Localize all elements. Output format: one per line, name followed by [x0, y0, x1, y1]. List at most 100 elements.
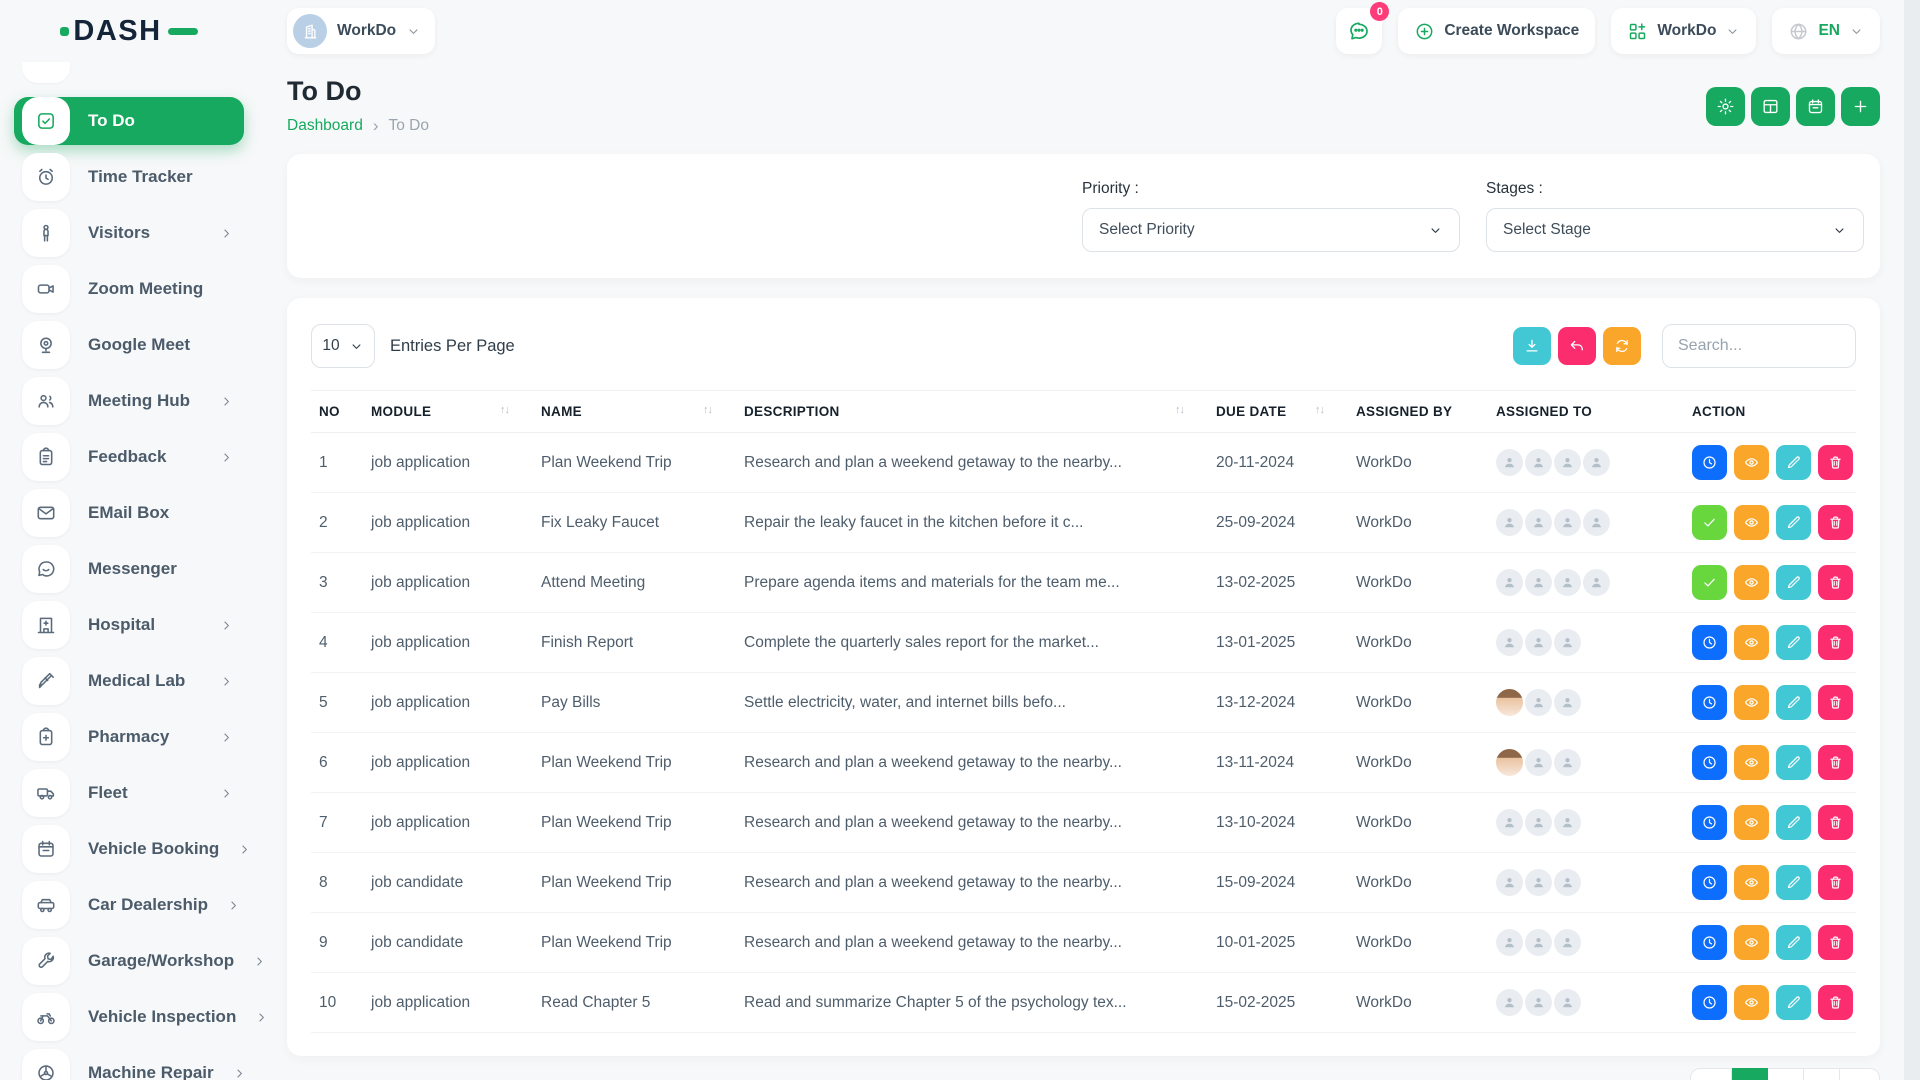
assignee-avatar[interactable] [1554, 989, 1581, 1016]
assignee-avatar[interactable] [1554, 869, 1581, 896]
sidebar-item-to-do[interactable]: To Do [14, 97, 244, 145]
edit-button[interactable] [1776, 925, 1811, 960]
settings-button[interactable] [1706, 87, 1745, 126]
assignee-avatar[interactable] [1525, 629, 1552, 656]
assignee-avatar[interactable] [1554, 689, 1581, 716]
grid-view-button[interactable] [1751, 87, 1790, 126]
assignee-avatar[interactable] [1554, 749, 1581, 776]
delete-button[interactable] [1818, 625, 1853, 660]
sidebar-item-hospital[interactable]: Hospital [14, 601, 244, 649]
stage-select[interactable]: Select Stage [1486, 208, 1864, 252]
workspace-selector[interactable]: WorkDo [287, 8, 435, 54]
assignee-avatar[interactable] [1554, 809, 1581, 836]
breadcrumb-dashboard-link[interactable]: Dashboard [287, 117, 363, 135]
sidebar-item-email-box[interactable]: EMail Box [14, 489, 244, 537]
sidebar-item-visitors[interactable]: Visitors [14, 209, 244, 257]
sidebar-item-medical-lab[interactable]: Medical Lab [14, 657, 244, 705]
column-sort-icon[interactable]: ↑↓ [500, 404, 509, 416]
export-button[interactable] [1513, 327, 1551, 365]
column-header-description[interactable]: DESCRIPTION↑↓ [736, 391, 1208, 433]
delete-button[interactable] [1818, 925, 1853, 960]
assignee-avatar[interactable] [1554, 569, 1581, 596]
sidebar-item-zoom-meeting[interactable]: Zoom Meeting [14, 265, 244, 313]
reset-button[interactable] [1558, 327, 1596, 365]
view-button[interactable] [1734, 985, 1769, 1020]
pagination-page[interactable] [1732, 1068, 1768, 1080]
reminder-button[interactable] [1692, 445, 1727, 480]
sidebar-item-feedback[interactable]: Feedback [14, 433, 244, 481]
edit-button[interactable] [1776, 985, 1811, 1020]
sidebar-item-meeting-hub[interactable]: Meeting Hub [14, 377, 244, 425]
calendar-view-button[interactable] [1796, 87, 1835, 126]
view-button[interactable] [1734, 805, 1769, 840]
assignee-avatar[interactable] [1525, 809, 1552, 836]
assignee-avatar[interactable] [1525, 929, 1552, 956]
view-button[interactable] [1734, 685, 1769, 720]
reminder-button[interactable] [1692, 685, 1727, 720]
create-workspace-button[interactable]: Create Workspace [1398, 8, 1595, 54]
assignee-avatar[interactable] [1496, 929, 1523, 956]
refresh-button[interactable] [1603, 327, 1641, 365]
sidebar-item-garage-workshop[interactable]: Garage/Workshop [14, 937, 244, 985]
assignee-avatar[interactable] [1583, 509, 1610, 536]
search-input[interactable] [1662, 324, 1856, 368]
edit-button[interactable] [1776, 565, 1811, 600]
view-button[interactable] [1734, 505, 1769, 540]
delete-button[interactable] [1818, 445, 1853, 480]
sidebar-item-time-tracker[interactable]: Time Tracker [14, 153, 244, 201]
reminder-button[interactable] [1692, 625, 1727, 660]
assignee-avatar[interactable] [1496, 809, 1523, 836]
assignee-avatar[interactable] [1525, 449, 1552, 476]
view-button[interactable] [1734, 625, 1769, 660]
edit-button[interactable] [1776, 865, 1811, 900]
sidebar-item-google-meet[interactable]: Google Meet [14, 321, 244, 369]
assignee-avatar-photo[interactable] [1496, 749, 1523, 776]
sidebar-item-car-dealership[interactable]: Car Dealership [14, 881, 244, 929]
pagination-page[interactable] [1804, 1068, 1840, 1080]
assignee-avatar[interactable] [1496, 989, 1523, 1016]
column-sort-icon[interactable]: ↑↓ [1315, 404, 1324, 416]
assignee-avatar[interactable] [1525, 689, 1552, 716]
edit-button[interactable] [1776, 805, 1811, 840]
mark-complete-button[interactable] [1692, 565, 1727, 600]
column-header-name[interactable]: NAME↑↓ [533, 391, 736, 433]
sidebar-item-pharmacy[interactable]: Pharmacy [14, 713, 244, 761]
assignee-avatar[interactable] [1525, 869, 1552, 896]
priority-select[interactable]: Select Priority [1082, 208, 1460, 252]
reminder-button[interactable] [1692, 745, 1727, 780]
sidebar-item-fleet[interactable]: Fleet [14, 769, 244, 817]
view-button[interactable] [1734, 745, 1769, 780]
edit-button[interactable] [1776, 685, 1811, 720]
delete-button[interactable] [1818, 985, 1853, 1020]
pagination-prev[interactable] [1690, 1068, 1732, 1080]
assignee-avatar[interactable] [1525, 989, 1552, 1016]
reminder-button[interactable] [1692, 985, 1727, 1020]
assignee-avatar[interactable] [1496, 629, 1523, 656]
column-sort-icon[interactable]: ↑↓ [703, 404, 712, 416]
delete-button[interactable] [1818, 865, 1853, 900]
sidebar-item-vehicle-booking[interactable]: Vehicle Booking [14, 825, 244, 873]
assignee-avatar[interactable] [1554, 449, 1581, 476]
sidebar-item-machine-repair[interactable]: Machine Repair [14, 1049, 244, 1080]
reminder-button[interactable] [1692, 865, 1727, 900]
assignee-avatar[interactable] [1496, 569, 1523, 596]
assignee-avatar[interactable] [1496, 449, 1523, 476]
workdo-menu-button[interactable]: WorkDo [1611, 8, 1756, 54]
assignee-avatar[interactable] [1583, 569, 1610, 596]
delete-button[interactable] [1818, 505, 1853, 540]
view-button[interactable] [1734, 925, 1769, 960]
delete-button[interactable] [1818, 565, 1853, 600]
column-header-due-date[interactable]: DUE DATE↑↓ [1208, 391, 1348, 433]
assignee-avatar[interactable] [1554, 509, 1581, 536]
edit-button[interactable] [1776, 625, 1811, 660]
language-selector[interactable]: EN [1772, 8, 1880, 54]
assignee-avatar[interactable] [1496, 869, 1523, 896]
delete-button[interactable] [1818, 685, 1853, 720]
assignee-avatar[interactable] [1496, 509, 1523, 536]
edit-button[interactable] [1776, 745, 1811, 780]
assignee-avatar[interactable] [1525, 749, 1552, 776]
edit-button[interactable] [1776, 505, 1811, 540]
view-button[interactable] [1734, 565, 1769, 600]
assignee-avatar[interactable] [1554, 629, 1581, 656]
page-scrollbar[interactable] [1904, 0, 1920, 1080]
